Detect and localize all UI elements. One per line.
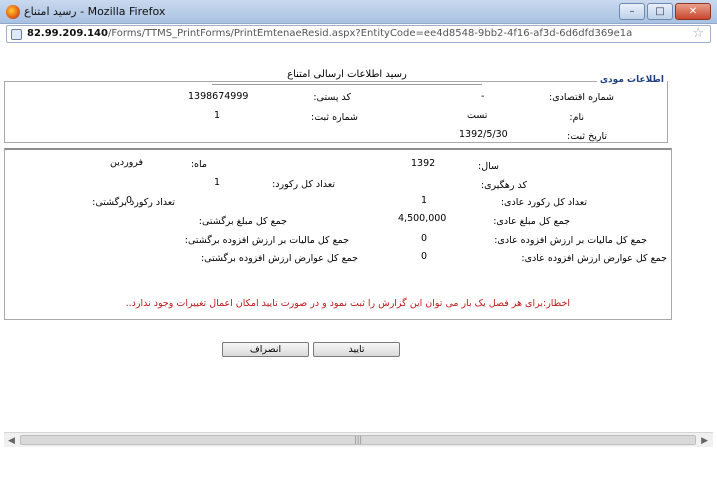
economic-code-label: شماره اقتصادی: — [549, 92, 614, 103]
total-records-value: 1 — [214, 177, 221, 188]
scrollbar-grip-icon: ||| — [354, 435, 363, 444]
normal-vat-value: 0 — [421, 233, 428, 244]
economic-code-value: - — [481, 91, 485, 102]
page-content: رسید اطلاعات ارسالی امتناع اطلاعات مودی … — [0, 44, 717, 492]
normal-tolls-value: 0 — [421, 251, 428, 262]
close-button[interactable]: ✕ — [675, 3, 711, 20]
normal-amount-value: 4,500,000 — [398, 213, 447, 224]
return-records-label: تعداد رکورد برگشتی: — [92, 197, 175, 208]
confirm-button[interactable]: تایید — [313, 342, 400, 357]
site-identity-icon[interactable] — [11, 29, 22, 40]
firefox-icon — [6, 5, 20, 19]
reg-number-label: شماره ثبت: — [311, 112, 358, 123]
return-amount-label: جمع کل مبلغ برگشتی: — [198, 216, 287, 227]
normal-amount-label: جمع کل مبلغ عادی: — [493, 216, 570, 227]
address-bar[interactable]: 82.99.209.140/Forms/TTMS_PrintForms/Prin… — [6, 25, 711, 43]
report-details-panel — [4, 148, 672, 320]
postal-code-label: کد پستی: — [313, 92, 351, 103]
total-records-label: تعداد کل رکورد: — [272, 179, 335, 190]
normal-records-label: تعداد کل رکورد عادی: — [500, 197, 587, 208]
url-host: 82.99.209.140 — [27, 28, 108, 39]
return-tolls-label: جمع کل عوارض ارزش افزوده برگشتی: — [200, 253, 358, 264]
name-label: نام: — [569, 112, 584, 123]
return-records-value: 0 — [126, 195, 133, 206]
reg-date-value: 1392/5/30 — [459, 129, 508, 140]
cancel-button[interactable]: انصراف — [222, 342, 309, 357]
scroll-right-icon[interactable]: ▶ — [701, 436, 708, 446]
normal-records-value: 1 — [421, 195, 428, 206]
bookmark-star-icon[interactable]: ☆ — [692, 26, 704, 41]
maximize-button[interactable]: □ — [647, 3, 673, 20]
year-value: 1392 — [411, 158, 436, 169]
normal-tolls-label: جمع کل عوارض ارزش افزوده عادی: — [521, 253, 667, 264]
reg-number-value: 1 — [214, 110, 221, 121]
scroll-left-icon[interactable]: ◀ — [8, 436, 15, 446]
scrollbar-thumb[interactable]: ||| — [20, 435, 696, 445]
month-label: ماه: — [190, 159, 207, 170]
year-label: سال: — [478, 161, 499, 172]
window-controls: – □ ✕ — [619, 3, 711, 20]
url-text[interactable]: 82.99.209.140/Forms/TTMS_PrintForms/Prin… — [27, 28, 632, 39]
tracking-code-label: کد رهگیری: — [480, 180, 527, 191]
name-value: تست — [467, 110, 488, 121]
minimize-button[interactable]: – — [619, 3, 645, 20]
url-path: /Forms/TTMS_PrintForms/PrintEmtenaeResid… — [107, 28, 633, 39]
fieldset-legend: اطلاعات مودی — [596, 75, 667, 85]
warning-message: اخطار:برای هر فصل یک بار می توان این گزا… — [125, 298, 570, 309]
window-titlebar: رسید امتناع - Mozilla Firefox – □ ✕ — [0, 0, 717, 24]
horizontal-scrollbar[interactable]: ◀ ||| ▶ — [4, 432, 713, 447]
window-title: رسید امتناع - Mozilla Firefox — [24, 5, 166, 18]
month-value: فروردین — [110, 157, 144, 168]
normal-vat-label: جمع کل مالیات بر ارزش افزوده عادی: — [494, 235, 647, 246]
reg-date-label: تاریخ ثبت: — [567, 131, 607, 142]
postal-code-value: 1398674999 — [188, 91, 249, 102]
return-vat-label: جمع کل مالیات بر ارزش افزوده برگشتی: — [184, 235, 349, 246]
